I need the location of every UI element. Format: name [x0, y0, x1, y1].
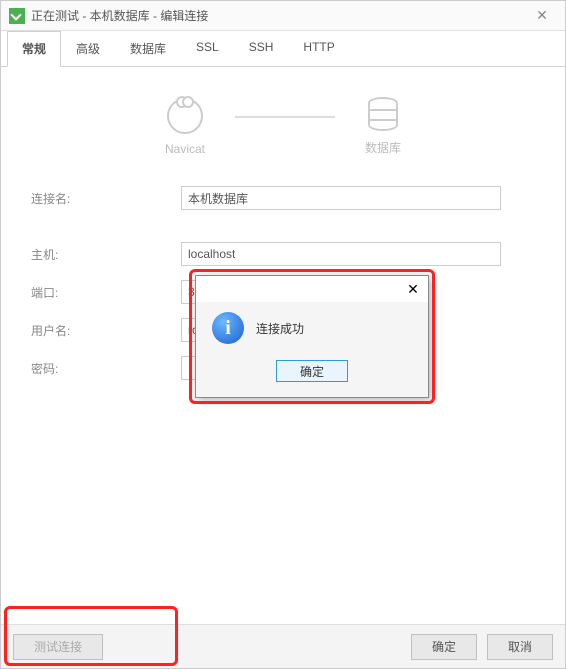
- diagram-line: [235, 116, 335, 118]
- cancel-button[interactable]: 取消: [487, 634, 553, 660]
- test-connection-button[interactable]: 测试连接: [13, 634, 103, 660]
- diagram-right-label: 数据库: [365, 139, 401, 156]
- dialog-message: 连接成功: [256, 320, 304, 337]
- conn-name-label: 连接名:: [31, 190, 181, 207]
- tab-database[interactable]: 数据库: [115, 31, 181, 66]
- tab-bar: 常规 高级 数据库 SSL SSH HTTP: [1, 31, 565, 67]
- titlebar: 正在测试 - 本机数据库 - 编辑连接 ✕: [1, 1, 565, 31]
- port-label: 端口:: [31, 284, 181, 301]
- ok-button[interactable]: 确定: [411, 634, 477, 660]
- dialog-ok-button[interactable]: 确定: [276, 360, 348, 382]
- window-title: 正在测试 - 本机数据库 - 编辑连接: [31, 7, 527, 24]
- message-dialog: ✕ i 连接成功 确定: [195, 275, 429, 398]
- tab-general[interactable]: 常规: [7, 31, 61, 67]
- navicat-icon: [167, 98, 203, 134]
- info-icon: i: [212, 312, 244, 344]
- tab-advanced[interactable]: 高级: [61, 31, 115, 66]
- pass-label: 密码:: [31, 360, 181, 377]
- host-input[interactable]: [181, 242, 501, 266]
- dialog-close-icon[interactable]: ✕: [398, 276, 428, 302]
- user-label: 用户名:: [31, 322, 181, 339]
- host-label: 主机:: [31, 246, 181, 263]
- bottom-bar: 测试连接 确定 取消: [1, 624, 565, 668]
- app-icon: [9, 8, 25, 24]
- connection-diagram: Navicat 数据库: [31, 97, 535, 156]
- tab-ssh[interactable]: SSH: [234, 31, 289, 66]
- diagram-left-label: Navicat: [165, 142, 205, 156]
- conn-name-input[interactable]: [181, 186, 501, 210]
- database-icon: [368, 97, 398, 131]
- tab-ssl[interactable]: SSL: [181, 31, 234, 66]
- close-icon[interactable]: ✕: [527, 1, 557, 31]
- tab-http[interactable]: HTTP: [288, 31, 349, 66]
